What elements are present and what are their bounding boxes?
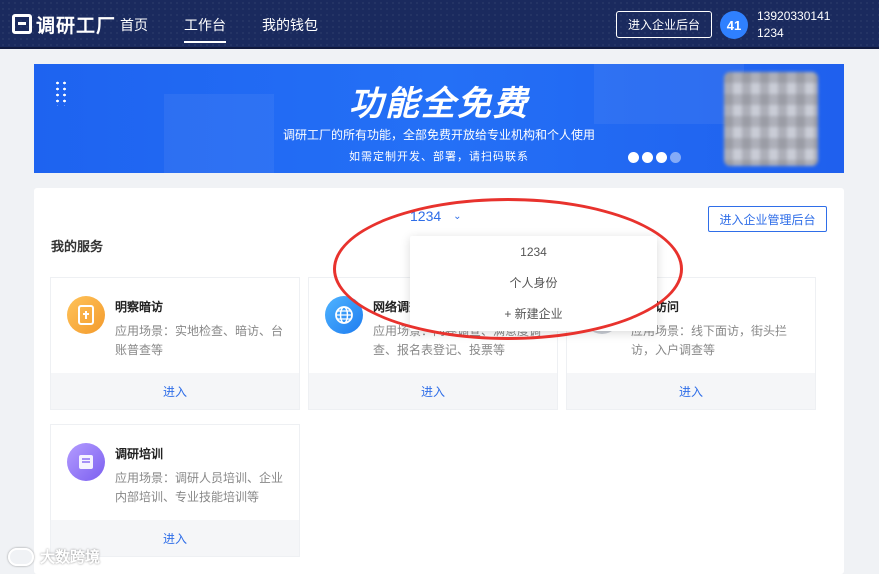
banner-subtitle: 调研工厂的所有功能，全部免费开放给专业机构和个人使用 [282, 128, 595, 142]
pager-dot[interactable] [670, 152, 681, 163]
main-nav: 首页 工作台 我的钱包 [120, 0, 354, 49]
user-info[interactable]: 13920330141 1234 [757, 8, 830, 42]
banner-contact-text: 如需定制开发、部署，请扫码联系 [349, 151, 529, 163]
qr-code-icon [724, 72, 818, 166]
banner-title: 功能全免费 [349, 85, 529, 123]
globe-icon [325, 296, 363, 334]
service-desc: 应用场景：实地检查、暗访、台账普查等 [115, 324, 284, 357]
pager-dot[interactable] [656, 152, 667, 163]
watermark-text: 大数跨境 [40, 549, 101, 566]
top-navigation-bar: 调研工厂 首页 工作台 我的钱包 进入企业后台 41 13920330141 1… [0, 0, 879, 49]
app-logo[interactable]: 调研工厂 [12, 12, 117, 37]
logo-icon [12, 14, 32, 34]
pager-dot[interactable] [642, 152, 653, 163]
service-name: 明察暗访 [115, 300, 164, 314]
enter-admin-button[interactable]: 进入企业管理后台 [708, 206, 827, 232]
nav-home[interactable]: 首页 [120, 0, 148, 49]
dropdown-item-org[interactable]: 1234 [410, 236, 657, 267]
org-dropdown-menu: 1234 个人身份 + 新建企业 [410, 236, 657, 331]
nav-wallet[interactable]: 我的钱包 [262, 0, 318, 49]
service-desc: 应用场景：调研人员培训、企业内部培训、专业技能培训等 [115, 471, 284, 504]
book-icon [67, 443, 105, 481]
pager-dot[interactable] [628, 152, 639, 163]
promo-banner[interactable]: 功能全免费 调研工厂的所有功能，全部免费开放给专业机构和个人使用 如需定制开发、… [34, 64, 844, 173]
service-card: 明察暗访 应用场景：实地检查、暗访、台账普查等 进入 [50, 277, 300, 410]
section-title: 我的服务 [51, 239, 104, 254]
enter-service-button[interactable]: 进入 [51, 373, 299, 409]
clipboard-icon [67, 296, 105, 334]
enter-service-button[interactable]: 进入 [309, 373, 557, 409]
dropdown-item-personal[interactable]: 个人身份 [410, 267, 657, 298]
user-phone: 13920330141 [757, 9, 831, 23]
watermark: 大数跨境 [8, 546, 100, 567]
service-name: 调研培训 [115, 447, 164, 461]
service-desc: 应用场景：线下面访，街头拦访，入户调查等 [631, 324, 788, 357]
avatar[interactable]: 41 [720, 11, 748, 39]
enter-service-button[interactable]: 进入 [567, 373, 815, 409]
logo-text: 调研工厂 [36, 15, 117, 37]
nav-workbench[interactable]: 工作台 [184, 0, 226, 49]
banner-pager[interactable] [628, 152, 684, 163]
chevron-down-icon: ⌄ [453, 210, 462, 222]
watermark-logo-icon [8, 547, 34, 566]
dropdown-item-new-org[interactable]: + 新建企业 [410, 298, 657, 329]
service-card: 调研培训 应用场景：调研人员培训、企业内部培训、专业技能培训等 进入 [50, 424, 300, 557]
enter-enterprise-button[interactable]: 进入企业后台 [616, 11, 712, 38]
org-selected-value: 1234 [410, 208, 442, 224]
user-org: 1234 [757, 26, 784, 40]
org-selector[interactable]: 1234 ⌄ [410, 208, 462, 224]
